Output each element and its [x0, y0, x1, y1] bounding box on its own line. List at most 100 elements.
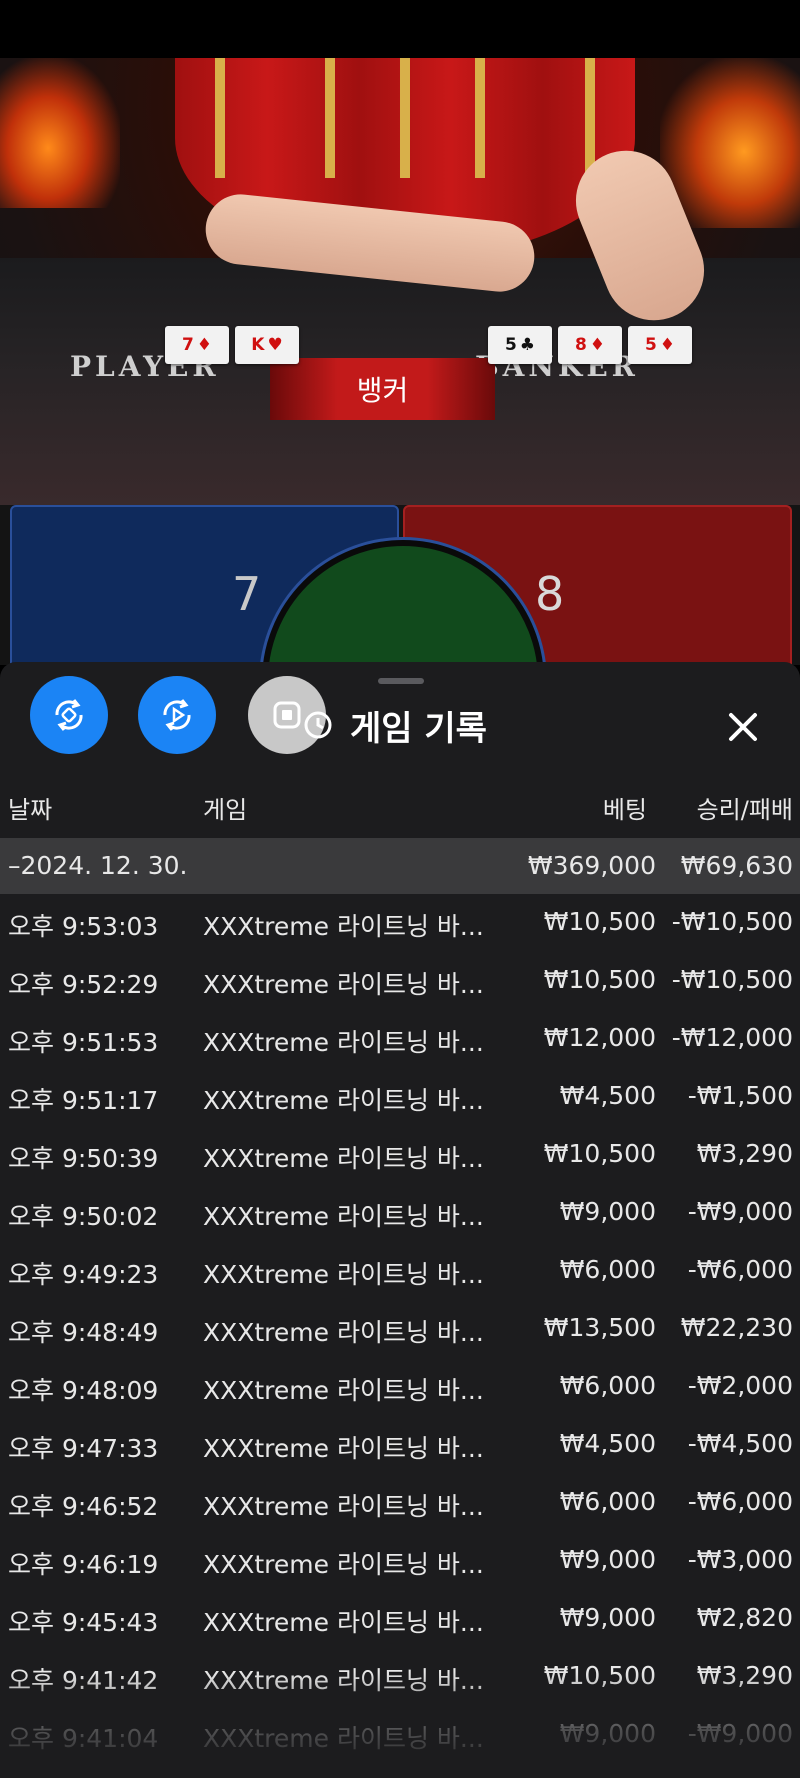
playing-card: K ♥ [235, 326, 299, 364]
row-bet-amount: ₩4,500 [559, 1429, 656, 1458]
column-header-bet[interactable]: 베팅 [603, 790, 647, 825]
row-win-loss: -₩9,000 [687, 1197, 793, 1226]
row-win-loss: ₩2,820 [696, 1603, 793, 1632]
row-time: 오후 9:46:52 [8, 1492, 159, 1521]
row-game-name: XXXtreme 라이트닝 바... [203, 1434, 484, 1463]
history-list: 오후 9:53:03 XXXtreme 라이트닝 바... ₩10,500 -₩10,… [0, 895, 800, 1765]
history-row[interactable]: 오후 9:41:42 XXXtreme 라이트닝 바... ₩10,500 ₩3,29… [0, 1649, 800, 1707]
row-game-name: XXXtreme 라이트닝 바... [203, 1260, 484, 1289]
playing-card: 7 ♦ [165, 326, 229, 364]
row-bet-amount: ₩6,000 [559, 1255, 656, 1284]
row-game-name: XXXtreme 라이트닝 바... [203, 970, 484, 999]
replay-button[interactable] [138, 676, 216, 754]
row-time: 오후 9:52:29 [8, 970, 159, 999]
row-bet-amount: ₩6,000 [559, 1487, 656, 1516]
summary-date: –2024. 12. 30. [8, 851, 188, 880]
sheet-title: 게임 기록 [350, 708, 487, 749]
row-time: 오후 9:41:42 [8, 1666, 159, 1695]
row-game-name: XXXtreme 라이트닝 바... [203, 1550, 484, 1579]
row-time: 오후 9:48:49 [8, 1318, 159, 1347]
history-row[interactable]: 오후 9:45:43 XXXtreme 라이트닝 바... ₩9,000 ₩2,820 [0, 1591, 800, 1649]
rotate-camera-button[interactable] [30, 676, 108, 754]
row-game-name: XXXtreme 라이트닝 바... [203, 1666, 484, 1695]
card-rank: 5 [644, 335, 657, 355]
row-win-loss: -₩10,500 [671, 907, 793, 936]
live-video-feed: PLAYER BANKER 뱅커 7 ♦ K ♥ 5 ♣ 8 ♦ 5 ♦ [0, 58, 800, 510]
dealer-stripe [475, 58, 485, 178]
playing-card: 5 ♦ [628, 326, 692, 364]
card-suit-icon: ♦ [589, 335, 606, 355]
history-row[interactable]: 오후 9:47:33 XXXtreme 라이트닝 바... ₩4,500 -₩4,50… [0, 1417, 800, 1475]
row-game-name: XXXtreme 라이트닝 바... [203, 1376, 484, 1405]
row-game-name: XXXtreme 라이트닝 바... [203, 1144, 484, 1173]
row-time: 오후 9:47:33 [8, 1434, 159, 1463]
history-row[interactable]: 오후 9:48:49 XXXtreme 라이트닝 바... ₩13,500 ₩22,2… [0, 1301, 800, 1359]
history-row[interactable]: 오후 9:53:03 XXXtreme 라이트닝 바... ₩10,500 -₩10,… [0, 895, 800, 953]
row-game-name: XXXtreme 라이트닝 바... [203, 912, 484, 941]
summary-win-loss-total: ₩69,630 [680, 851, 793, 880]
status-bar [0, 0, 800, 58]
row-bet-amount: ₩9,000 [559, 1719, 656, 1748]
row-time: 오후 9:50:39 [8, 1144, 159, 1173]
row-bet-amount: ₩12,000 [543, 1023, 656, 1052]
date-group-summary-row[interactable]: –2024. 12. 30. ₩369,000 ₩69,630 [0, 838, 800, 894]
row-win-loss: -₩1,500 [687, 1081, 793, 1110]
row-time: 오후 9:53:03 [8, 912, 159, 941]
card-suit-icon: ♦ [196, 335, 213, 355]
history-row[interactable]: 오후 9:51:17 XXXtreme 라이트닝 바... ₩4,500 -₩1,50… [0, 1069, 800, 1127]
row-bet-amount: ₩10,500 [543, 965, 656, 994]
row-time: 오후 9:41:04 [8, 1724, 159, 1753]
history-row[interactable]: 오후 9:46:19 XXXtreme 라이트닝 바... ₩9,000 -₩3,00… [0, 1533, 800, 1591]
history-row[interactable]: 오후 9:49:23 XXXtreme 라이트닝 바... ₩6,000 -₩6,00… [0, 1243, 800, 1301]
row-game-name: XXXtreme 라이트닝 바... [203, 1086, 484, 1115]
row-game-name: XXXtreme 라이트닝 바... [203, 1202, 484, 1231]
row-win-loss: ₩3,290 [696, 1139, 793, 1168]
history-row[interactable]: 오후 9:50:02 XXXtreme 라이트닝 바... ₩9,000 -₩9,00… [0, 1185, 800, 1243]
row-bet-amount: ₩10,500 [543, 907, 656, 936]
history-row[interactable]: 오후 9:50:39 XXXtreme 라이트닝 바... ₩10,500 ₩3,29… [0, 1127, 800, 1185]
history-row[interactable]: 오후 9:46:52 XXXtreme 라이트닝 바... ₩6,000 -₩6,00… [0, 1475, 800, 1533]
row-win-loss: ₩3,290 [696, 1661, 793, 1690]
history-row[interactable]: 오후 9:51:53 XXXtreme 라이트닝 바... ₩12,000 -₩12,… [0, 1011, 800, 1069]
column-header-win-loss[interactable]: 승리/패배 [697, 790, 793, 825]
column-header-game[interactable]: 게임 [203, 790, 247, 825]
row-bet-amount: ₩9,000 [559, 1197, 656, 1226]
row-game-name: XXXtreme 라이트닝 바... [203, 1492, 484, 1521]
row-time: 오후 9:50:02 [8, 1202, 159, 1231]
card-rank: K [251, 335, 265, 355]
dealer-stripe [585, 58, 595, 178]
row-game-name: XXXtreme 라이트닝 바... [203, 1318, 484, 1347]
close-button[interactable] [718, 702, 768, 752]
card-rank: 7 [181, 335, 194, 355]
card-suit-icon: ♥ [267, 335, 283, 355]
row-bet-amount: ₩10,500 [543, 1139, 656, 1168]
fireplace-left [0, 58, 120, 208]
card-rank: 5 [504, 335, 517, 355]
row-bet-amount: ₩9,000 [559, 1545, 656, 1574]
row-time: 오후 9:45:43 [8, 1608, 159, 1637]
row-win-loss: -₩3,000 [687, 1545, 793, 1574]
row-win-loss: -₩9,000 [687, 1719, 793, 1748]
history-row[interactable]: 오후 9:52:29 XXXtreme 라이트닝 바... ₩10,500 -₩10,… [0, 953, 800, 1011]
rotate-icon [55, 699, 83, 731]
row-win-loss: -₩6,000 [687, 1487, 793, 1516]
fireplace-right [660, 58, 800, 228]
row-game-name: XXXtreme 라이트닝 바... [203, 1608, 484, 1637]
card-suit-icon: ♣ [519, 335, 536, 355]
replay-icon [163, 699, 191, 731]
betting-area: 7 8 [0, 505, 800, 665]
row-time: 오후 9:46:19 [8, 1550, 159, 1579]
history-row[interactable]: 오후 9:41:04 XXXtreme 라이트닝 바... ₩9,000 -₩9,00… [0, 1707, 800, 1765]
playing-card: 8 ♦ [558, 326, 622, 364]
history-clock-icon [304, 711, 332, 739]
column-header-date[interactable]: 날짜 [8, 790, 52, 825]
player-score: 7 [232, 567, 262, 621]
row-bet-amount: ₩9,000 [559, 1603, 656, 1632]
row-win-loss: -₩6,000 [687, 1255, 793, 1284]
history-row[interactable]: 오후 9:48:09 XXXtreme 라이트닝 바... ₩6,000 -₩2,00… [0, 1359, 800, 1417]
row-win-loss: -₩4,500 [687, 1429, 793, 1458]
row-time: 오후 9:51:17 [8, 1086, 159, 1115]
sheet-header: 게임 기록 [300, 700, 487, 750]
card-rank: 8 [574, 335, 587, 355]
sheet-drag-handle[interactable] [378, 678, 424, 684]
